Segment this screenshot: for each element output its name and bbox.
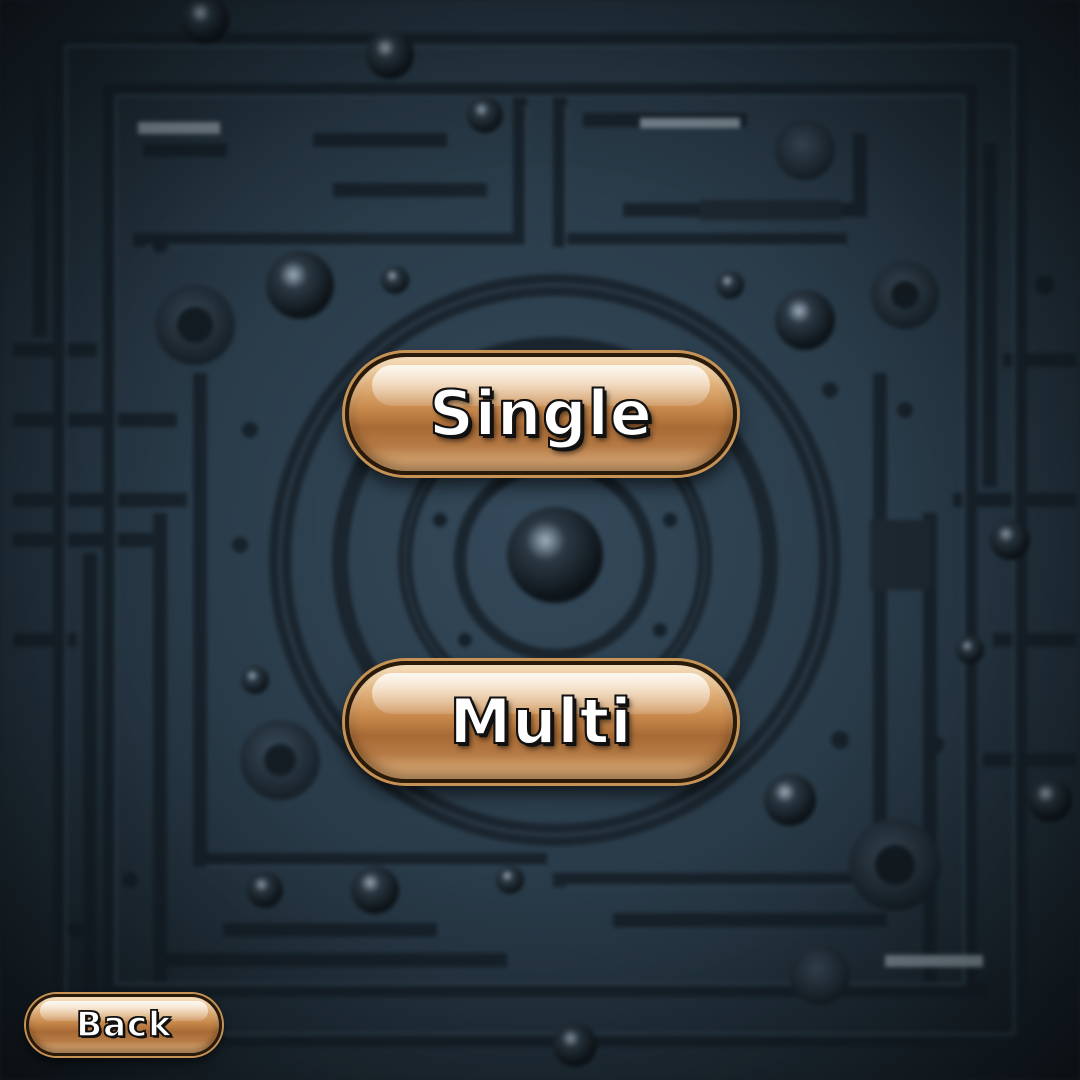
single-player-button[interactable]: Single	[345, 353, 737, 475]
multi-button-label: Multi	[449, 685, 633, 758]
single-button-label: Single	[428, 377, 653, 450]
circuit-maze-background	[0, 0, 1080, 1080]
back-button[interactable]: Back	[26, 994, 222, 1056]
game-menu-screen: Single Multi Back	[0, 0, 1080, 1080]
back-button-label: Back	[75, 1005, 172, 1045]
multiplayer-button[interactable]: Multi	[345, 661, 737, 783]
